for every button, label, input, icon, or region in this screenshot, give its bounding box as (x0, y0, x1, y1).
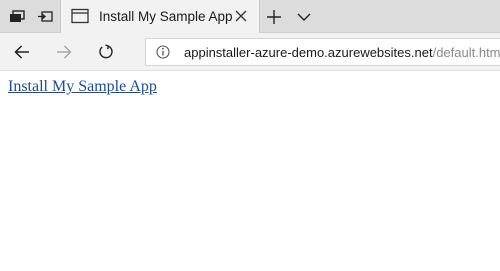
forward-arrow-icon (57, 45, 72, 59)
close-icon[interactable] (235, 10, 247, 22)
refresh-button[interactable] (88, 33, 124, 71)
set-tabs-aside-button[interactable] (32, 0, 58, 33)
tab-actions-button[interactable] (4, 0, 30, 33)
page-icon (71, 8, 89, 24)
tab-title: Install My Sample App (99, 9, 233, 24)
url-host: appinstaller-azure-demo.azurewebsites.ne… (184, 45, 433, 60)
info-icon[interactable] (156, 45, 170, 59)
back-button[interactable] (4, 33, 40, 71)
install-app-link[interactable]: Install My Sample App (8, 78, 157, 95)
tab-active[interactable]: Install My Sample App (60, 0, 260, 33)
navigation-bar: appinstaller-azure-demo.azurewebsites.ne… (0, 33, 500, 71)
new-tab-button[interactable] (262, 0, 286, 33)
tab-bar: Install My Sample App (0, 0, 500, 33)
back-arrow-icon (14, 45, 29, 59)
address-bar[interactable]: appinstaller-azure-demo.azurewebsites.ne… (145, 38, 500, 66)
chevron-down-icon (297, 13, 311, 21)
forward-button[interactable] (46, 33, 82, 71)
set-tabs-aside-icon (38, 10, 53, 22)
tab-preview-button[interactable] (292, 0, 316, 33)
plus-icon (267, 9, 281, 24)
page-content: Install My Sample App (0, 71, 500, 103)
url-text: appinstaller-azure-demo.azurewebsites.ne… (184, 45, 500, 60)
refresh-icon (99, 44, 113, 59)
url-path: /default.html (432, 45, 500, 60)
tab-actions-icon (10, 9, 25, 22)
